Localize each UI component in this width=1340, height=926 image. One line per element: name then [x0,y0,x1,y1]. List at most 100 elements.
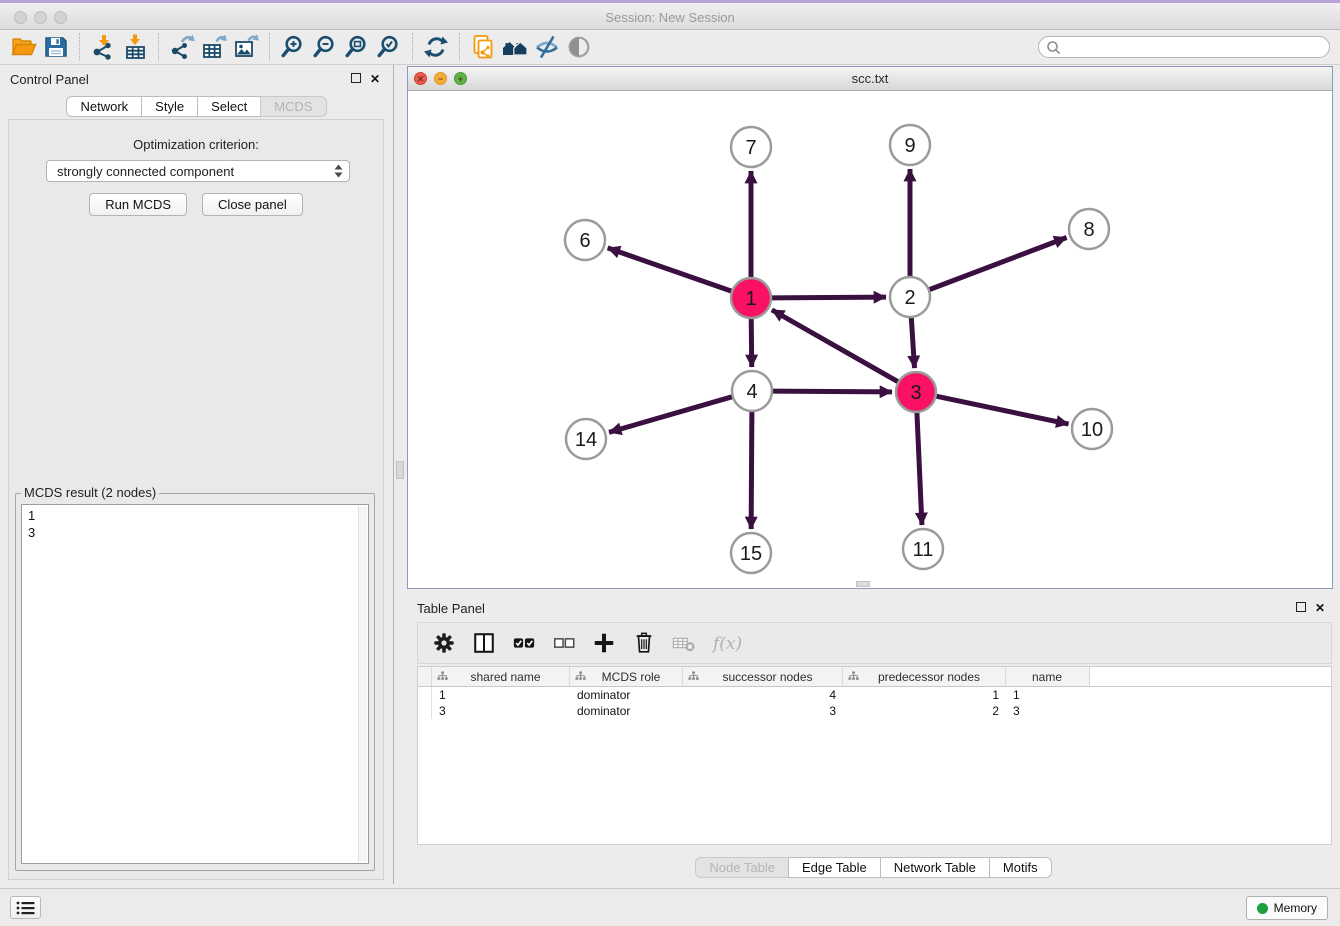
horizontal-splitter-grip[interactable] [856,581,870,587]
table-cell: dominator [570,688,683,702]
column-header-shared-name[interactable]: shared name [432,667,570,686]
table-tab-edge-table[interactable]: Edge Table [788,857,881,878]
memory-status-icon [1257,903,1268,914]
control-panel-title: Control Panel [10,72,89,87]
table-settings-icon[interactable] [432,631,456,655]
export-table-icon[interactable] [198,32,230,62]
column-header-successor-nodes[interactable]: successor nodes [683,667,843,686]
memory-button[interactable]: Memory [1246,896,1328,920]
graph-edge-2-8[interactable] [929,238,1067,290]
function-builder-icon: f(x) [712,630,744,656]
table-tab-network-table[interactable]: Network Table [880,857,990,878]
tab-mcds[interactable]: MCDS [260,96,326,117]
graph-node-label: 7 [745,137,756,159]
preview-icon[interactable] [563,32,595,62]
toolbar-separator [158,33,159,61]
mcds-panel: Optimization criterion: strongly connect… [8,119,384,880]
toolbar-separator [412,33,413,61]
table-cell: dominator [570,704,683,718]
table-header-row: shared name MCDS role successor nodesprede… [418,667,1331,687]
graph-edge-1-2[interactable] [771,297,886,298]
graph-edge-3-1[interactable] [772,310,899,382]
graph-edge-1-6[interactable] [608,248,732,291]
row-gutter [418,687,432,703]
graph-edge-2-3[interactable] [911,317,914,368]
zoom-fit-icon[interactable] [341,32,373,62]
graph-edge-4-15[interactable] [751,411,752,529]
table-tab-node-table[interactable]: Node Table [695,857,789,878]
control-panel: Control Panel ✕ NetworkStyleSelectMCDS O… [0,65,394,884]
table-row[interactable]: 1dominator411 [418,687,1331,703]
toolbar-separator [459,33,460,61]
main-titlebar: Session: New Session [0,0,1340,30]
export-network-icon[interactable] [166,32,198,62]
mcds-result-legend: MCDS result (2 nodes) [21,485,159,500]
mcds-result-text: 1 3 [22,505,368,543]
graph-node-label: 9 [904,135,915,157]
column-header-name[interactable]: name [1006,667,1090,686]
select-all-columns-icon[interactable] [512,631,536,655]
table-toolbar: f(x) [417,622,1332,664]
zoom-out-icon[interactable] [309,32,341,62]
duplicate-network-icon[interactable] [467,32,499,62]
close-panel-button[interactable]: Close panel [202,193,303,216]
network-window-titlebar[interactable]: ✕ − + scc.txt [408,67,1332,91]
zoom-in-icon[interactable] [277,32,309,62]
search-input[interactable] [1061,38,1329,56]
zoom-selected-icon[interactable] [373,32,405,62]
vertical-splitter-grip[interactable] [396,461,404,479]
column-header-mcds-role[interactable]: MCDS role [570,667,683,686]
show-columns-icon[interactable] [472,631,496,655]
refresh-icon[interactable] [420,32,452,62]
svg-text:f(x): f(x) [712,634,742,654]
tab-select[interactable]: Select [197,96,261,117]
table-row[interactable]: 3dominator323 [418,703,1331,719]
table-tab-motifs[interactable]: Motifs [989,857,1052,878]
graph-edge-1-4[interactable] [751,318,752,367]
graph-edge-4-14[interactable] [609,397,733,433]
column-header-label: successor nodes [699,670,840,684]
session-home-icon[interactable] [499,32,531,62]
graph-node-label: 3 [910,382,921,404]
float-table-panel-icon[interactable] [1296,602,1306,612]
tab-network[interactable]: Network [66,96,142,117]
search-field[interactable] [1038,36,1330,58]
list-icon [16,900,36,916]
import-table-icon[interactable] [119,32,151,62]
graph-node-label: 2 [904,287,915,309]
task-history-button[interactable] [10,896,41,919]
graph-node-label: 15 [740,543,762,565]
delete-columns-icon[interactable] [632,631,656,655]
mcds-result-box[interactable]: 1 3 [21,504,369,864]
hide-panels-icon[interactable] [531,32,563,62]
search-icon [1046,40,1061,55]
close-table-panel-icon[interactable]: ✕ [1314,602,1326,614]
save-session-icon[interactable] [40,32,72,62]
open-session-icon[interactable] [8,32,40,62]
memory-label: Memory [1274,901,1317,915]
import-network-icon[interactable] [87,32,119,62]
criterion-dropdown[interactable]: strongly connected component [46,160,350,182]
column-type-icon [688,671,699,682]
run-mcds-button[interactable]: Run MCDS [89,193,187,216]
add-column-icon[interactable] [592,631,616,655]
row-header-gutter [418,667,432,686]
table-cell: 1 [432,688,570,702]
window-title: Session: New Session [0,10,1340,25]
graph-edge-3-11[interactable] [917,412,922,525]
network-canvas[interactable]: 7968124314101511 [408,91,1332,588]
unselect-all-columns-icon[interactable] [552,631,576,655]
graph-edge-4-3[interactable] [772,391,892,392]
column-header-predecessor-nodes[interactable]: predecessor nodes [843,667,1006,686]
column-header-label: MCDS role [586,670,680,684]
close-panel-icon[interactable]: ✕ [369,73,381,85]
graph-edge-3-10[interactable] [936,396,1069,424]
table-cell: 3 [432,704,570,718]
export-image-icon[interactable] [230,32,262,62]
table-cell: 1 [843,688,1006,702]
float-panel-icon[interactable] [351,73,361,83]
tab-style[interactable]: Style [141,96,198,117]
result-scrollbar[interactable] [358,506,367,862]
table-cell: 3 [1006,704,1090,718]
graph-node-label: 8 [1083,219,1094,241]
